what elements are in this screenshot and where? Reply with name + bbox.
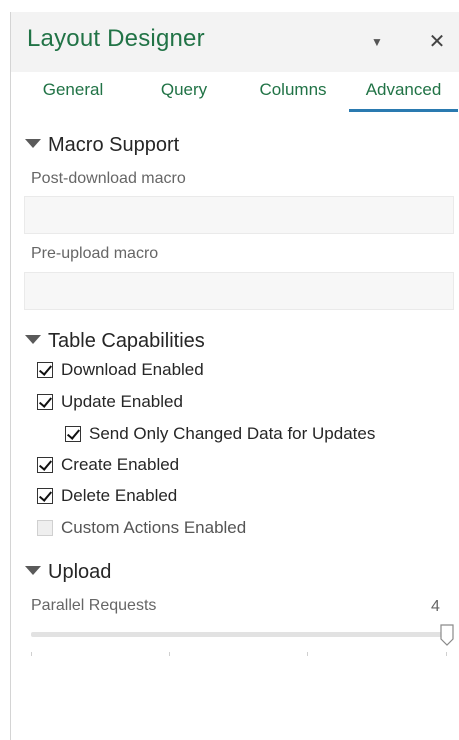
- checkbox-label: Update Enabled: [61, 392, 183, 411]
- slider-tick: [307, 652, 308, 656]
- checkbox-label: Download Enabled: [61, 360, 204, 379]
- slider-tick: [446, 652, 447, 656]
- checkbox-label: Delete Enabled: [61, 486, 178, 505]
- checkbox-box[interactable]: [65, 426, 81, 442]
- table-capabilities-section-header[interactable]: Table Capabilities: [25, 330, 205, 353]
- checkbox-box[interactable]: [37, 520, 53, 536]
- update-enabled-checkbox[interactable]: Update Enabled: [37, 391, 183, 413]
- checkbox-label: Send Only Changed Data for Updates: [89, 424, 376, 443]
- send-only-changed-data-checkbox[interactable]: Send Only Changed Data for Updates: [65, 423, 375, 445]
- checkbox-box[interactable]: [37, 488, 53, 504]
- macro-support-section-header[interactable]: Macro Support: [25, 134, 179, 157]
- delete-enabled-checkbox[interactable]: Delete Enabled: [37, 485, 177, 507]
- app-window: Layout Designer ▼ ✕ General Query Column…: [0, 0, 459, 740]
- checkbox-label: Create Enabled: [61, 455, 180, 474]
- create-enabled-checkbox[interactable]: Create Enabled: [37, 454, 179, 476]
- caret-down-icon[interactable]: ▼: [363, 28, 391, 56]
- upload-section-header[interactable]: Upload: [25, 561, 111, 584]
- tab-advanced[interactable]: Advanced: [349, 80, 458, 112]
- parallel-requests-label: Parallel Requests: [31, 597, 157, 614]
- tab-query[interactable]: Query: [139, 80, 229, 112]
- slider-thumb[interactable]: [440, 624, 454, 646]
- upload-heading: Upload: [48, 561, 112, 583]
- parallel-requests-slider-track[interactable]: [31, 632, 447, 637]
- checkbox-box[interactable]: [37, 362, 53, 378]
- slider-tick: [31, 652, 32, 656]
- layout-designer-pane: Layout Designer ▼ ✕ General Query Column…: [10, 12, 459, 740]
- pre-upload-macro-input[interactable]: [24, 272, 454, 310]
- collapse-triangle-icon: [25, 139, 41, 148]
- collapse-triangle-icon: [25, 335, 41, 344]
- pane-title: Layout Designer: [27, 25, 205, 52]
- tab-bar: General Query Columns Advanced: [11, 72, 459, 112]
- checkbox-box[interactable]: [37, 457, 53, 473]
- slider-tick: [169, 652, 170, 656]
- macro-support-heading: Macro Support: [48, 134, 180, 156]
- checkbox-box[interactable]: [37, 394, 53, 410]
- pane-header: Layout Designer ▼ ✕: [11, 12, 459, 72]
- tab-general[interactable]: General: [29, 80, 117, 112]
- pre-upload-macro-label: Pre-upload macro: [31, 245, 159, 262]
- custom-actions-enabled-checkbox[interactable]: Custom Actions Enabled: [37, 517, 246, 539]
- tab-columns[interactable]: Columns: [243, 80, 343, 112]
- download-enabled-checkbox[interactable]: Download Enabled: [37, 359, 204, 381]
- post-download-macro-label: Post-download macro: [31, 170, 186, 187]
- parallel-requests-value: 4: [431, 598, 440, 615]
- post-download-macro-input[interactable]: [24, 196, 454, 234]
- table-capabilities-heading: Table Capabilities: [48, 330, 205, 352]
- collapse-triangle-icon: [25, 566, 41, 575]
- close-icon[interactable]: ✕: [423, 28, 451, 56]
- checkbox-label: Custom Actions Enabled: [61, 518, 247, 537]
